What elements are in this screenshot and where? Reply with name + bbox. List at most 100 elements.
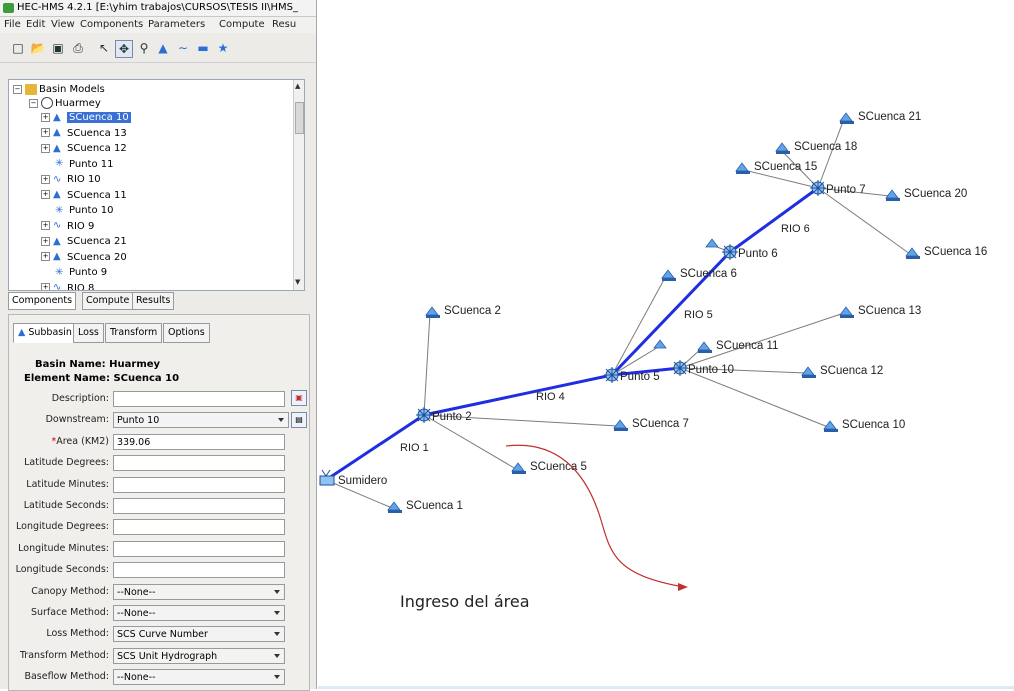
tree-item[interactable]: ✳ Punto 9	[55, 265, 107, 280]
menu-file[interactable]: File	[4, 19, 21, 30]
field-select[interactable]: SCS Curve Number	[113, 626, 285, 643]
tab-loss[interactable]: Loss	[73, 323, 104, 343]
menu-components[interactable]: Components	[80, 19, 143, 30]
tree-item[interactable]: + ▲ SCuenca 11	[41, 188, 127, 203]
field-select[interactable]: --None--	[113, 669, 285, 686]
expand-icon[interactable]: +	[41, 221, 50, 230]
reservoir-tool-icon[interactable]: ▬	[195, 40, 211, 56]
tab-options[interactable]: Options	[163, 323, 210, 343]
field-input[interactable]	[113, 455, 285, 472]
dropdown-arrow-icon[interactable]	[274, 653, 280, 658]
tab-components[interactable]: Components	[8, 292, 77, 310]
downstream-button[interactable]: ▤	[291, 412, 307, 428]
scroll-thumb[interactable]	[295, 102, 304, 134]
junction-icon[interactable]	[672, 360, 688, 376]
tab-subbasin[interactable]: ▲ Subbasin	[13, 323, 77, 343]
menu-compute[interactable]: Compute	[219, 19, 265, 30]
tree-scrollbar[interactable]: ▲ ▼	[293, 80, 304, 290]
dropdown-arrow-icon[interactable]	[274, 589, 280, 594]
subbasin-icon[interactable]	[839, 112, 854, 124]
dropdown-arrow-icon[interactable]	[274, 611, 280, 615]
collapse-icon[interactable]: −	[13, 84, 22, 94]
subbasin-icon[interactable]	[425, 306, 440, 318]
field-input[interactable]: 339.06	[113, 433, 285, 450]
expand-icon[interactable]: +	[41, 112, 50, 122]
move-icon[interactable]: ✥	[115, 40, 133, 58]
new-icon[interactable]: □	[10, 40, 26, 56]
save-icon[interactable]: ▣	[50, 40, 66, 56]
reach-tool-icon[interactable]: ∼	[175, 40, 191, 56]
subbasin-icon[interactable]	[905, 247, 920, 259]
expand-icon[interactable]: +	[41, 143, 50, 153]
sink-icon[interactable]	[319, 469, 335, 486]
basin-map[interactable]: RIO 6 RIO 5 RIO 4 RIO 1 SCuenca 21 SCuenca 18…	[316, 0, 1014, 689]
menu-view[interactable]: View	[51, 19, 75, 30]
junction-icon[interactable]	[416, 407, 432, 423]
tree-item[interactable]: ✳ Punto 11	[55, 157, 113, 172]
watershed-explorer-tree[interactable]: − Basin Models − Huarmey + ▲ SCuenca 10 + ▲ SCu…	[8, 79, 305, 291]
print-icon[interactable]: ⎙	[70, 40, 86, 56]
subbasin-icon[interactable]	[387, 501, 402, 513]
subbasin-icon[interactable]	[801, 366, 816, 378]
tree-item[interactable]: + ▲ SCuenca 12	[41, 141, 127, 156]
expand-icon[interactable]: +	[41, 190, 50, 199]
arrow-icon[interactable]: ↖	[96, 40, 112, 56]
field-select[interactable]: Punto 10	[113, 412, 289, 429]
field-input[interactable]	[113, 562, 285, 579]
subbasin-icon[interactable]	[775, 142, 790, 154]
tree-node-basin-models[interactable]: − Basin Models	[13, 82, 105, 97]
dropdown-arrow-icon[interactable]	[278, 418, 284, 423]
tree-node-basin[interactable]: − Huarmey	[29, 96, 101, 111]
tab-compute[interactable]: Compute	[82, 292, 134, 310]
tree-item[interactable]: + ∿ RIO 8	[41, 281, 94, 290]
menu-edit[interactable]: Edit	[26, 19, 45, 30]
tab-results[interactable]: Results	[132, 292, 175, 310]
expand-icon[interactable]: +	[41, 252, 50, 261]
dropdown-arrow-icon[interactable]	[274, 675, 280, 680]
subbasin-icon[interactable]	[839, 306, 854, 318]
tab-transform[interactable]: Transform	[105, 323, 163, 343]
junction-icon[interactable]	[604, 367, 620, 383]
subbasin-icon[interactable]	[661, 269, 676, 281]
junction-icon[interactable]	[810, 180, 826, 196]
field-select[interactable]: SCS Unit Hydrograph	[113, 647, 285, 664]
tree-item[interactable]: + ▲ SCuenca 10	[41, 110, 131, 125]
collapse-icon[interactable]: −	[29, 98, 38, 108]
junction-tool-icon[interactable]: ★	[215, 40, 231, 56]
subbasin-icon[interactable]	[697, 341, 712, 353]
tree-item[interactable]: + ∿ RIO 9	[41, 219, 94, 234]
subbasin-icon[interactable]	[511, 462, 526, 474]
subbasin-icon[interactable]	[885, 189, 900, 201]
field-select[interactable]: --None--	[113, 583, 285, 600]
reach-line[interactable]	[729, 186, 819, 254]
field-input[interactable]	[113, 476, 285, 493]
field-input[interactable]	[113, 540, 285, 557]
subbasin-icon[interactable]	[705, 238, 719, 248]
open-icon[interactable]: 📂	[30, 40, 46, 56]
dropdown-arrow-icon[interactable]	[274, 632, 280, 637]
junction-icon[interactable]	[722, 244, 738, 260]
subbasin-icon[interactable]	[823, 420, 838, 432]
reach-line[interactable]	[423, 373, 613, 417]
expand-icon[interactable]: +	[41, 174, 50, 184]
subbasin-tool-icon[interactable]: ▲	[155, 40, 171, 56]
scroll-up-icon[interactable]: ▲	[295, 82, 300, 90]
tree-item[interactable]: + ▲ SCuenca 21	[41, 234, 127, 249]
field-input[interactable]	[113, 519, 285, 536]
tree-item[interactable]: ✳ Punto 10	[55, 203, 113, 218]
subbasin-icon[interactable]	[613, 419, 628, 431]
tree-item[interactable]: + ▲ SCuenca 13	[41, 126, 127, 141]
zoom-icon[interactable]: ⚲	[136, 40, 152, 56]
menu-parameters[interactable]: Parameters	[148, 19, 205, 30]
menu-results[interactable]: Resu	[272, 19, 296, 30]
scroll-down-icon[interactable]: ▼	[295, 278, 300, 286]
expand-icon[interactable]: +	[41, 128, 50, 137]
subbasin-icon[interactable]	[653, 339, 667, 349]
field-input[interactable]	[113, 391, 285, 407]
field-input[interactable]	[113, 498, 285, 514]
subbasin-icon[interactable]	[735, 162, 750, 174]
expand-icon[interactable]: +	[41, 283, 50, 290]
tree-item[interactable]: + ∿ RIO 10	[41, 172, 101, 187]
expand-icon[interactable]: +	[41, 236, 50, 246]
description-button[interactable]: ▣	[291, 390, 307, 406]
